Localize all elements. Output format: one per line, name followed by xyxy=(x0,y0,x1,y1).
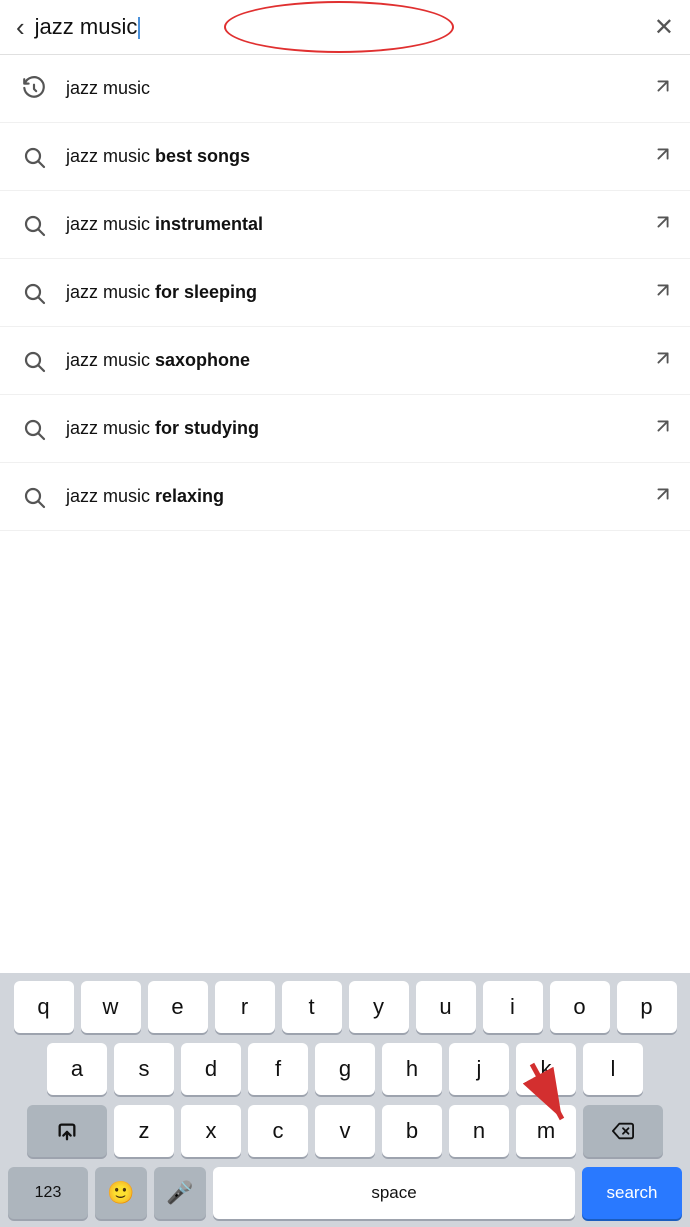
suggestion-item[interactable]: jazz music saxophone xyxy=(0,327,690,395)
key-d[interactable]: d xyxy=(181,1043,241,1095)
key-j[interactable]: j xyxy=(449,1043,509,1095)
search-icon xyxy=(16,343,52,379)
key-123[interactable]: 123 xyxy=(8,1167,88,1219)
keyboard-row-3: zxcvbnm xyxy=(4,1105,686,1157)
suggestion-fill-icon xyxy=(652,279,674,306)
key-g[interactable]: g xyxy=(315,1043,375,1095)
suggestion-item[interactable]: jazz music for sleeping xyxy=(0,259,690,327)
suggestion-text: jazz music for studying xyxy=(66,418,652,439)
suggestion-text: jazz music instrumental xyxy=(66,214,652,235)
suggestion-text: jazz music relaxing xyxy=(66,486,652,507)
suggestion-item[interactable]: jazz music relaxing xyxy=(0,463,690,531)
key-m[interactable]: m xyxy=(516,1105,576,1157)
search-input[interactable]: jazz music xyxy=(35,10,644,44)
keyboard: qwertyuiop asdfghjkl zxcvbnm 123 🙂 🎤 spa… xyxy=(0,973,690,1227)
history-icon xyxy=(16,71,52,107)
key-o[interactable]: o xyxy=(550,981,610,1033)
key-f[interactable]: f xyxy=(248,1043,308,1095)
search-icon xyxy=(16,207,52,243)
key-r[interactable]: r xyxy=(215,981,275,1033)
suggestion-fill-icon xyxy=(652,415,674,442)
search-icon xyxy=(16,479,52,515)
key-y[interactable]: y xyxy=(349,981,409,1033)
key-emoji[interactable]: 🙂 xyxy=(95,1167,147,1219)
suggestion-item[interactable]: jazz music best songs xyxy=(0,123,690,191)
suggestion-text: jazz music saxophone xyxy=(66,350,652,371)
key-c[interactable]: c xyxy=(248,1105,308,1157)
key-shift[interactable] xyxy=(27,1105,107,1157)
key-a[interactable]: a xyxy=(47,1043,107,1095)
keyboard-row-2: asdfghjkl xyxy=(4,1043,686,1095)
clear-button[interactable]: ✕ xyxy=(654,13,674,42)
suggestion-text: jazz music for sleeping xyxy=(66,282,652,303)
key-n[interactable]: n xyxy=(449,1105,509,1157)
suggestion-item[interactable]: jazz music xyxy=(0,55,690,123)
suggestion-fill-icon xyxy=(652,211,674,238)
key-e[interactable]: e xyxy=(148,981,208,1033)
suggestion-text: jazz music xyxy=(66,78,652,99)
key-mic[interactable]: 🎤 xyxy=(154,1167,206,1219)
key-b[interactable]: b xyxy=(382,1105,442,1157)
key-t[interactable]: t xyxy=(282,981,342,1033)
suggestion-fill-icon xyxy=(652,75,674,102)
key-z[interactable]: z xyxy=(114,1105,174,1157)
search-query-text: jazz music xyxy=(35,14,138,39)
search-icon xyxy=(16,411,52,447)
key-h[interactable]: h xyxy=(382,1043,442,1095)
key-k[interactable]: k xyxy=(516,1043,576,1095)
search-icon xyxy=(16,139,52,175)
keyboard-row-1: qwertyuiop xyxy=(4,981,686,1033)
suggestion-fill-icon xyxy=(652,347,674,374)
suggestion-item[interactable]: jazz music instrumental xyxy=(0,191,690,259)
key-p[interactable]: p xyxy=(617,981,677,1033)
suggestion-text: jazz music best songs xyxy=(66,146,652,167)
suggestion-item[interactable]: jazz music for studying xyxy=(0,395,690,463)
key-space[interactable]: space xyxy=(213,1167,575,1219)
search-button[interactable]: search xyxy=(582,1167,682,1219)
back-button[interactable]: ‹ xyxy=(16,12,25,43)
key-q[interactable]: q xyxy=(14,981,74,1033)
text-cursor xyxy=(138,17,140,39)
suggestions-list: jazz music jazz music best songs jazz mu… xyxy=(0,55,690,531)
suggestion-fill-icon xyxy=(652,143,674,170)
search-icon xyxy=(16,275,52,311)
search-input-wrapper: jazz music xyxy=(35,10,644,44)
key-u[interactable]: u xyxy=(416,981,476,1033)
key-i[interactable]: i xyxy=(483,981,543,1033)
key-s[interactable]: s xyxy=(114,1043,174,1095)
keyboard-bottom-row: 123 🙂 🎤 space search xyxy=(4,1167,686,1219)
key-w[interactable]: w xyxy=(81,981,141,1033)
key-v[interactable]: v xyxy=(315,1105,375,1157)
key-x[interactable]: x xyxy=(181,1105,241,1157)
search-bar: ‹ jazz music ✕ xyxy=(0,0,690,55)
suggestion-fill-icon xyxy=(652,483,674,510)
key-delete[interactable] xyxy=(583,1105,663,1157)
key-l[interactable]: l xyxy=(583,1043,643,1095)
